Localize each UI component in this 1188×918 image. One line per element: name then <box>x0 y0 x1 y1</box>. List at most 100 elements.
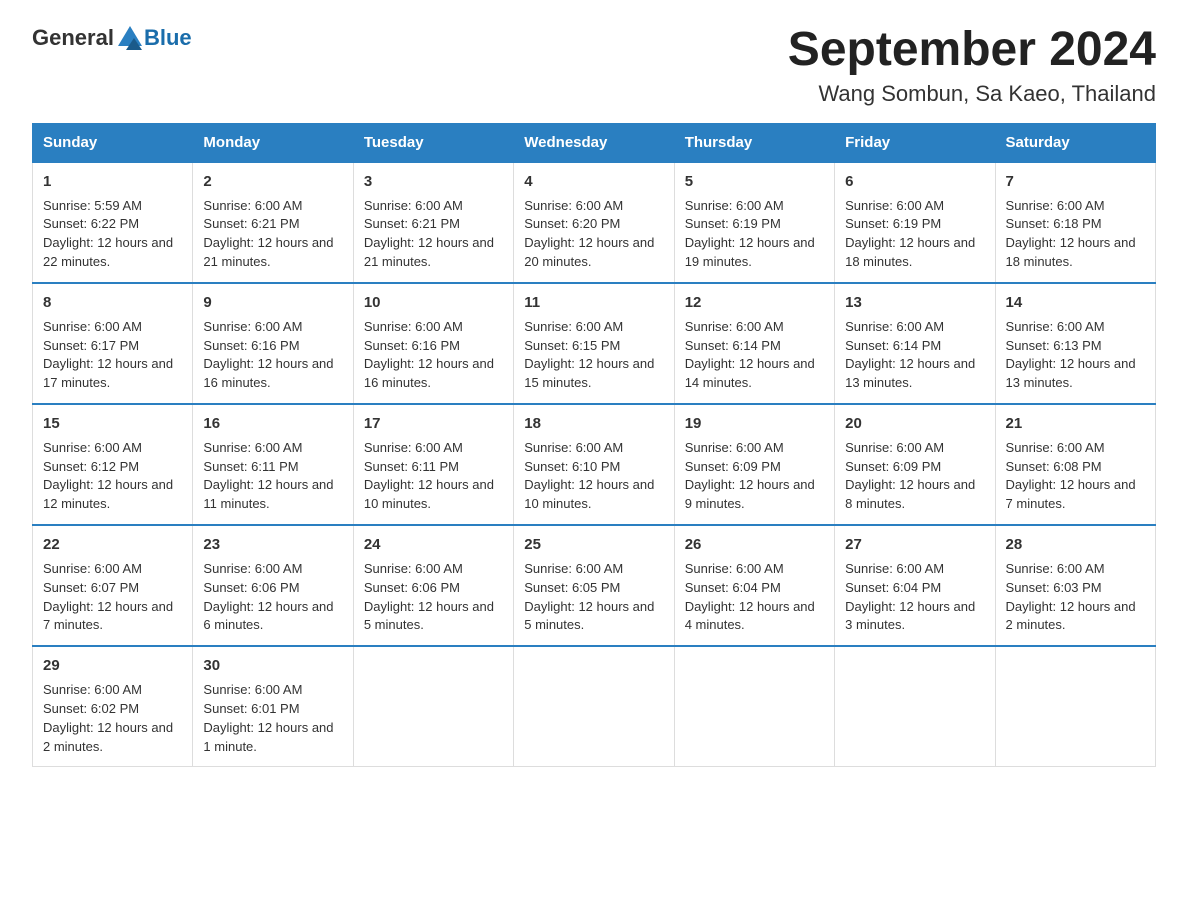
day-number: 12 <box>685 292 824 314</box>
sunset-text: Sunset: 6:12 PM <box>43 459 139 474</box>
calendar-cell: 12Sunrise: 6:00 AMSunset: 6:14 PMDayligh… <box>674 283 834 404</box>
daylight-text: Daylight: 12 hours and 16 minutes. <box>364 356 494 390</box>
calendar-cell: 21Sunrise: 6:00 AMSunset: 6:08 PMDayligh… <box>995 404 1155 525</box>
daylight-text: Daylight: 12 hours and 6 minutes. <box>203 599 333 633</box>
calendar-cell: 22Sunrise: 6:00 AMSunset: 6:07 PMDayligh… <box>33 525 193 646</box>
sunrise-text: Sunrise: 6:00 AM <box>524 561 623 576</box>
day-number: 25 <box>524 534 663 556</box>
daylight-text: Daylight: 12 hours and 21 minutes. <box>203 235 333 269</box>
calendar-cell: 1Sunrise: 5:59 AMSunset: 6:22 PMDaylight… <box>33 162 193 283</box>
sunrise-text: Sunrise: 6:00 AM <box>524 319 623 334</box>
sunset-text: Sunset: 6:15 PM <box>524 338 620 353</box>
sunset-text: Sunset: 6:11 PM <box>203 459 298 474</box>
sunset-text: Sunset: 6:16 PM <box>203 338 299 353</box>
calendar-cell <box>995 646 1155 767</box>
day-number: 14 <box>1006 292 1145 314</box>
calendar-cell: 13Sunrise: 6:00 AMSunset: 6:14 PMDayligh… <box>835 283 995 404</box>
calendar-cell <box>835 646 995 767</box>
daylight-text: Daylight: 12 hours and 7 minutes. <box>1006 477 1136 511</box>
header-tuesday: Tuesday <box>353 123 513 162</box>
calendar-cell: 2 Sunrise: 6:00 AM Sunset: 6:21 PM Daylight… <box>193 162 353 283</box>
header-saturday: Saturday <box>995 123 1155 162</box>
sunset-text: Sunset: 6:13 PM <box>1006 338 1102 353</box>
daylight-text: Daylight: 12 hours and 17 minutes. <box>43 356 173 390</box>
sunrise-text: Sunrise: 6:00 AM <box>203 319 302 334</box>
sunset-text: Sunset: 6:14 PM <box>845 338 941 353</box>
calendar-cell: 15Sunrise: 6:00 AMSunset: 6:12 PMDayligh… <box>33 404 193 525</box>
day-number: 1 <box>43 171 182 193</box>
calendar-cell: 7Sunrise: 6:00 AMSunset: 6:18 PMDaylight… <box>995 162 1155 283</box>
daylight-text: Daylight: 12 hours and 13 minutes. <box>1006 356 1136 390</box>
daylight-text: Daylight: 12 hours and 18 minutes. <box>845 235 975 269</box>
daylight-text: Daylight: 12 hours and 2 minutes. <box>43 720 173 754</box>
sunrise-text: Sunrise: 6:00 AM <box>203 682 302 697</box>
calendar-cell: 26Sunrise: 6:00 AMSunset: 6:04 PMDayligh… <box>674 525 834 646</box>
calendar-cell: 20Sunrise: 6:00 AMSunset: 6:09 PMDayligh… <box>835 404 995 525</box>
calendar-cell: 8Sunrise: 6:00 AMSunset: 6:17 PMDaylight… <box>33 283 193 404</box>
location-title: Wang Sombun, Sa Kaeo, Thailand <box>788 81 1156 107</box>
sunrise-text: Sunrise: 6:00 AM <box>685 319 784 334</box>
sunset-text: Sunset: 6:20 PM <box>524 216 620 231</box>
sunset-text: Sunset: 6:01 PM <box>203 701 299 716</box>
header-thursday: Thursday <box>674 123 834 162</box>
sunrise-text: Sunrise: 6:00 AM <box>845 198 944 213</box>
sunrise-text: Sunrise: 6:00 AM <box>203 198 302 213</box>
day-number: 5 <box>685 171 824 193</box>
calendar-table: Sunday Monday Tuesday Wednesday Thursday… <box>32 123 1156 768</box>
logo-general-text: General <box>32 25 114 51</box>
calendar-cell: 5Sunrise: 6:00 AMSunset: 6:19 PMDaylight… <box>674 162 834 283</box>
sunset-text: Sunset: 6:11 PM <box>364 459 459 474</box>
day-number: 10 <box>364 292 503 314</box>
daylight-text: Daylight: 12 hours and 12 minutes. <box>43 477 173 511</box>
sunset-text: Sunset: 6:21 PM <box>203 216 299 231</box>
calendar-cell: 18Sunrise: 6:00 AMSunset: 6:10 PMDayligh… <box>514 404 674 525</box>
header-wednesday: Wednesday <box>514 123 674 162</box>
sunrise-text: Sunrise: 6:00 AM <box>1006 319 1105 334</box>
sunrise-text: Sunrise: 6:00 AM <box>1006 561 1105 576</box>
logo-icon <box>116 24 144 52</box>
sunrise-text: Sunrise: 6:00 AM <box>43 319 142 334</box>
day-number: 2 <box>203 171 342 193</box>
sunset-text: Sunset: 6:06 PM <box>203 580 299 595</box>
sunrise-text: Sunrise: 6:00 AM <box>1006 440 1105 455</box>
calendar-cell: 29Sunrise: 6:00 AMSunset: 6:02 PMDayligh… <box>33 646 193 767</box>
calendar-cell <box>514 646 674 767</box>
calendar-cell: 19Sunrise: 6:00 AMSunset: 6:09 PMDayligh… <box>674 404 834 525</box>
logo-blue-text: Blue <box>144 25 192 51</box>
day-number: 26 <box>685 534 824 556</box>
daylight-text: Daylight: 12 hours and 11 minutes. <box>203 477 333 511</box>
daylight-text: Daylight: 12 hours and 14 minutes. <box>685 356 815 390</box>
sunrise-text: Sunrise: 6:00 AM <box>43 561 142 576</box>
sunset-text: Sunset: 6:21 PM <box>364 216 460 231</box>
sunrise-text: Sunrise: 6:00 AM <box>685 440 784 455</box>
sunrise-text: Sunrise: 6:00 AM <box>1006 198 1105 213</box>
day-number: 9 <box>203 292 342 314</box>
sunrise-text: Sunrise: 6:00 AM <box>203 561 302 576</box>
calendar-week-row: 1Sunrise: 5:59 AMSunset: 6:22 PMDaylight… <box>33 162 1156 283</box>
header-sunday: Sunday <box>33 123 193 162</box>
daylight-text: Daylight: 12 hours and 2 minutes. <box>1006 599 1136 633</box>
calendar-cell: 16 Sunrise: 6:00 AM Sunset: 6:11 PM Dayligh… <box>193 404 353 525</box>
sunset-text: Sunset: 6:09 PM <box>685 459 781 474</box>
daylight-text: Daylight: 12 hours and 5 minutes. <box>364 599 494 633</box>
sunrise-text: Sunrise: 6:00 AM <box>203 440 302 455</box>
daylight-text: Daylight: 12 hours and 1 minute. <box>203 720 333 754</box>
day-number: 7 <box>1006 171 1145 193</box>
day-number: 27 <box>845 534 984 556</box>
daylight-text: Daylight: 12 hours and 18 minutes. <box>1006 235 1136 269</box>
daylight-text: Daylight: 12 hours and 4 minutes. <box>685 599 815 633</box>
sunset-text: Sunset: 6:22 PM <box>43 216 139 231</box>
calendar-cell: 11Sunrise: 6:00 AMSunset: 6:15 PMDayligh… <box>514 283 674 404</box>
title-area: September 2024 Wang Sombun, Sa Kaeo, Tha… <box>788 24 1156 107</box>
sunset-text: Sunset: 6:03 PM <box>1006 580 1102 595</box>
day-number: 24 <box>364 534 503 556</box>
sunset-text: Sunset: 6:04 PM <box>685 580 781 595</box>
daylight-text: Daylight: 12 hours and 5 minutes. <box>524 599 654 633</box>
day-number: 22 <box>43 534 182 556</box>
sunset-text: Sunset: 6:08 PM <box>1006 459 1102 474</box>
day-number: 16 <box>203 413 342 435</box>
daylight-text: Daylight: 12 hours and 21 minutes. <box>364 235 494 269</box>
header-friday: Friday <box>835 123 995 162</box>
sunset-text: Sunset: 6:09 PM <box>845 459 941 474</box>
calendar-week-row: 8Sunrise: 6:00 AMSunset: 6:17 PMDaylight… <box>33 283 1156 404</box>
